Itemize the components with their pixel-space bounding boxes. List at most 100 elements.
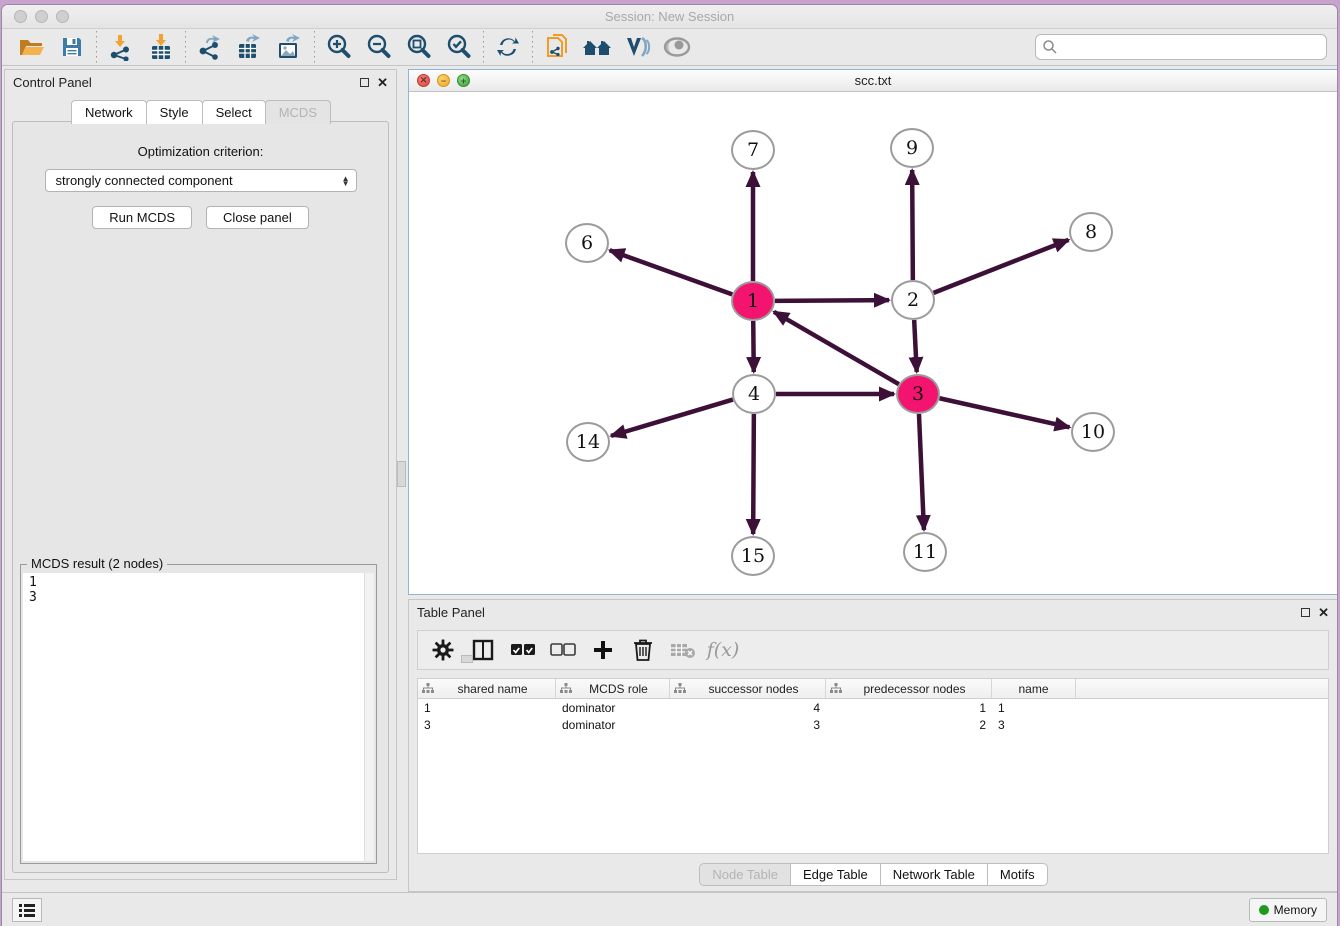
new-network-from-selection-button[interactable] xyxy=(537,30,577,64)
graph-edge-1-4[interactable] xyxy=(753,321,754,372)
graph-node-9[interactable]: 9 xyxy=(890,128,934,168)
delete-column-button[interactable] xyxy=(628,635,658,665)
tab-mcds[interactable]: MCDS xyxy=(265,100,331,124)
node-table[interactable]: shared nameMCDS rolesuccessor nodesprede… xyxy=(417,678,1329,854)
network-close-button[interactable]: ✕ xyxy=(417,74,430,87)
delete-table-button[interactable] xyxy=(668,635,698,665)
table-settings-button[interactable] xyxy=(428,635,458,665)
graph-edge-1-2[interactable] xyxy=(775,300,889,301)
graph-node-1[interactable]: 1 xyxy=(731,281,775,321)
close-panel-button[interactable]: Close panel xyxy=(206,206,309,229)
network-maximize-button[interactable]: + xyxy=(457,74,470,87)
tab-edge-table[interactable]: Edge Table xyxy=(790,863,881,886)
table-cell[interactable]: 3 xyxy=(670,716,826,733)
table-header-row: shared nameMCDS rolesuccessor nodesprede… xyxy=(418,679,1328,699)
tab-network[interactable]: Network xyxy=(71,100,147,124)
tab-style[interactable]: Style xyxy=(146,100,203,124)
network-canvas[interactable]: 1 2 3 4 6 7 8 9 10 11 14 15 xyxy=(409,92,1337,594)
column-header-shared-name[interactable]: shared name xyxy=(418,679,556,698)
column-header-MCDS-role[interactable]: MCDS role xyxy=(556,679,670,698)
zoom-in-button[interactable] xyxy=(319,30,359,64)
column-header-name[interactable]: name xyxy=(992,679,1076,698)
save-session-button[interactable] xyxy=(52,30,92,64)
float-table-panel-icon[interactable] xyxy=(1301,608,1310,617)
table-row[interactable]: 1dominator411 xyxy=(418,699,1328,716)
optimization-criterion-select[interactable]: strongly connected component ▲▼ xyxy=(45,169,357,192)
show-hide-graphics-button[interactable] xyxy=(657,30,697,64)
table-cell[interactable]: 1 xyxy=(826,699,992,716)
graph-node-6[interactable]: 6 xyxy=(565,223,609,263)
graph-node-3[interactable]: 3 xyxy=(896,374,940,414)
memory-button[interactable]: Memory xyxy=(1249,898,1327,922)
splitter-grip[interactable] xyxy=(397,461,406,487)
export-network-button[interactable] xyxy=(190,30,230,64)
selected-criterion: strongly connected component xyxy=(56,173,342,188)
column-header-successor-nodes[interactable]: successor nodes xyxy=(670,679,826,698)
tab-motifs[interactable]: Motifs xyxy=(987,863,1048,886)
table-cell[interactable]: 1 xyxy=(418,699,556,716)
graph-edge-2-3[interactable] xyxy=(914,320,917,372)
tab-network-table[interactable]: Network Table xyxy=(880,863,988,886)
graph-node-11[interactable]: 11 xyxy=(903,532,947,572)
export-table-button[interactable] xyxy=(230,30,270,64)
graph-node-10[interactable]: 10 xyxy=(1071,412,1115,452)
import-table-button[interactable] xyxy=(141,30,181,64)
graph-node-2[interactable]: 2 xyxy=(891,280,935,320)
zoom-fit-icon xyxy=(405,33,433,61)
memory-label: Memory xyxy=(1274,903,1317,917)
close-window-button[interactable] xyxy=(14,10,27,23)
vizmapper-button[interactable] xyxy=(617,30,657,64)
graph-edge-2-8[interactable] xyxy=(934,240,1069,293)
zoom-fit-button[interactable] xyxy=(399,30,439,64)
table-cell[interactable]: 3 xyxy=(418,716,556,733)
network-title: scc.txt xyxy=(855,73,892,88)
main-toolbar xyxy=(2,29,1337,66)
table-cell[interactable]: dominator xyxy=(556,716,670,733)
graph-node-4[interactable]: 4 xyxy=(732,374,776,414)
result-scrollbar[interactable] xyxy=(364,573,374,861)
table-cell[interactable]: 2 xyxy=(826,716,992,733)
graph-node-15[interactable]: 15 xyxy=(731,536,775,576)
graph-edge-3-1[interactable] xyxy=(774,312,899,384)
zoom-selected-button[interactable] xyxy=(439,30,479,64)
table-row[interactable]: 3dominator323 xyxy=(418,716,1328,733)
zoom-window-button[interactable] xyxy=(56,10,69,23)
graph-node-14[interactable]: 14 xyxy=(566,422,610,462)
export-image-button[interactable] xyxy=(270,30,310,64)
open-session-button[interactable] xyxy=(12,30,52,64)
vertical-splitter[interactable] xyxy=(400,67,404,880)
graph-edge-2-9[interactable] xyxy=(912,170,913,280)
graph-edge-4-14[interactable] xyxy=(611,400,733,436)
deselect-all-rows-button[interactable] xyxy=(548,635,578,665)
zoom-out-button[interactable] xyxy=(359,30,399,64)
graph-edge-3-11[interactable] xyxy=(919,414,924,530)
table-cell[interactable]: dominator xyxy=(556,699,670,716)
minimize-window-button[interactable] xyxy=(35,10,48,23)
float-panel-icon[interactable] xyxy=(360,78,369,87)
column-header-predecessor-nodes[interactable]: predecessor nodes xyxy=(826,679,992,698)
function-builder-button[interactable]: f(x) xyxy=(708,635,738,665)
run-mcds-button[interactable]: Run MCDS xyxy=(92,206,192,229)
mcds-result-text[interactable]: 1 3 xyxy=(23,573,374,861)
table-cell[interactable]: 4 xyxy=(670,699,826,716)
create-column-button[interactable] xyxy=(588,635,618,665)
graph-edge-3-10[interactable] xyxy=(939,398,1069,427)
tab-node-table[interactable]: Node Table xyxy=(699,863,791,886)
graph-node-8[interactable]: 8 xyxy=(1069,212,1113,252)
select-all-rows-button[interactable] xyxy=(508,635,538,665)
close-panel-icon[interactable]: ✕ xyxy=(377,76,388,89)
table-cell[interactable]: 3 xyxy=(992,716,1076,733)
horizontal-splitter-grip[interactable] xyxy=(461,655,473,663)
search-input[interactable] xyxy=(1035,34,1327,60)
network-minimize-button[interactable]: − xyxy=(437,74,450,87)
table-cell[interactable]: 1 xyxy=(992,699,1076,716)
tab-select[interactable]: Select xyxy=(202,100,266,124)
graph-edge-1-6[interactable] xyxy=(610,250,733,294)
import-network-button[interactable] xyxy=(101,30,141,64)
show-all-networks-button[interactable] xyxy=(577,30,617,64)
close-table-panel-icon[interactable]: ✕ xyxy=(1318,606,1329,619)
refresh-view-button[interactable] xyxy=(488,30,528,64)
graph-edge-4-15[interactable] xyxy=(753,414,754,534)
graph-node-7[interactable]: 7 xyxy=(731,130,775,170)
task-history-button[interactable] xyxy=(12,898,42,922)
